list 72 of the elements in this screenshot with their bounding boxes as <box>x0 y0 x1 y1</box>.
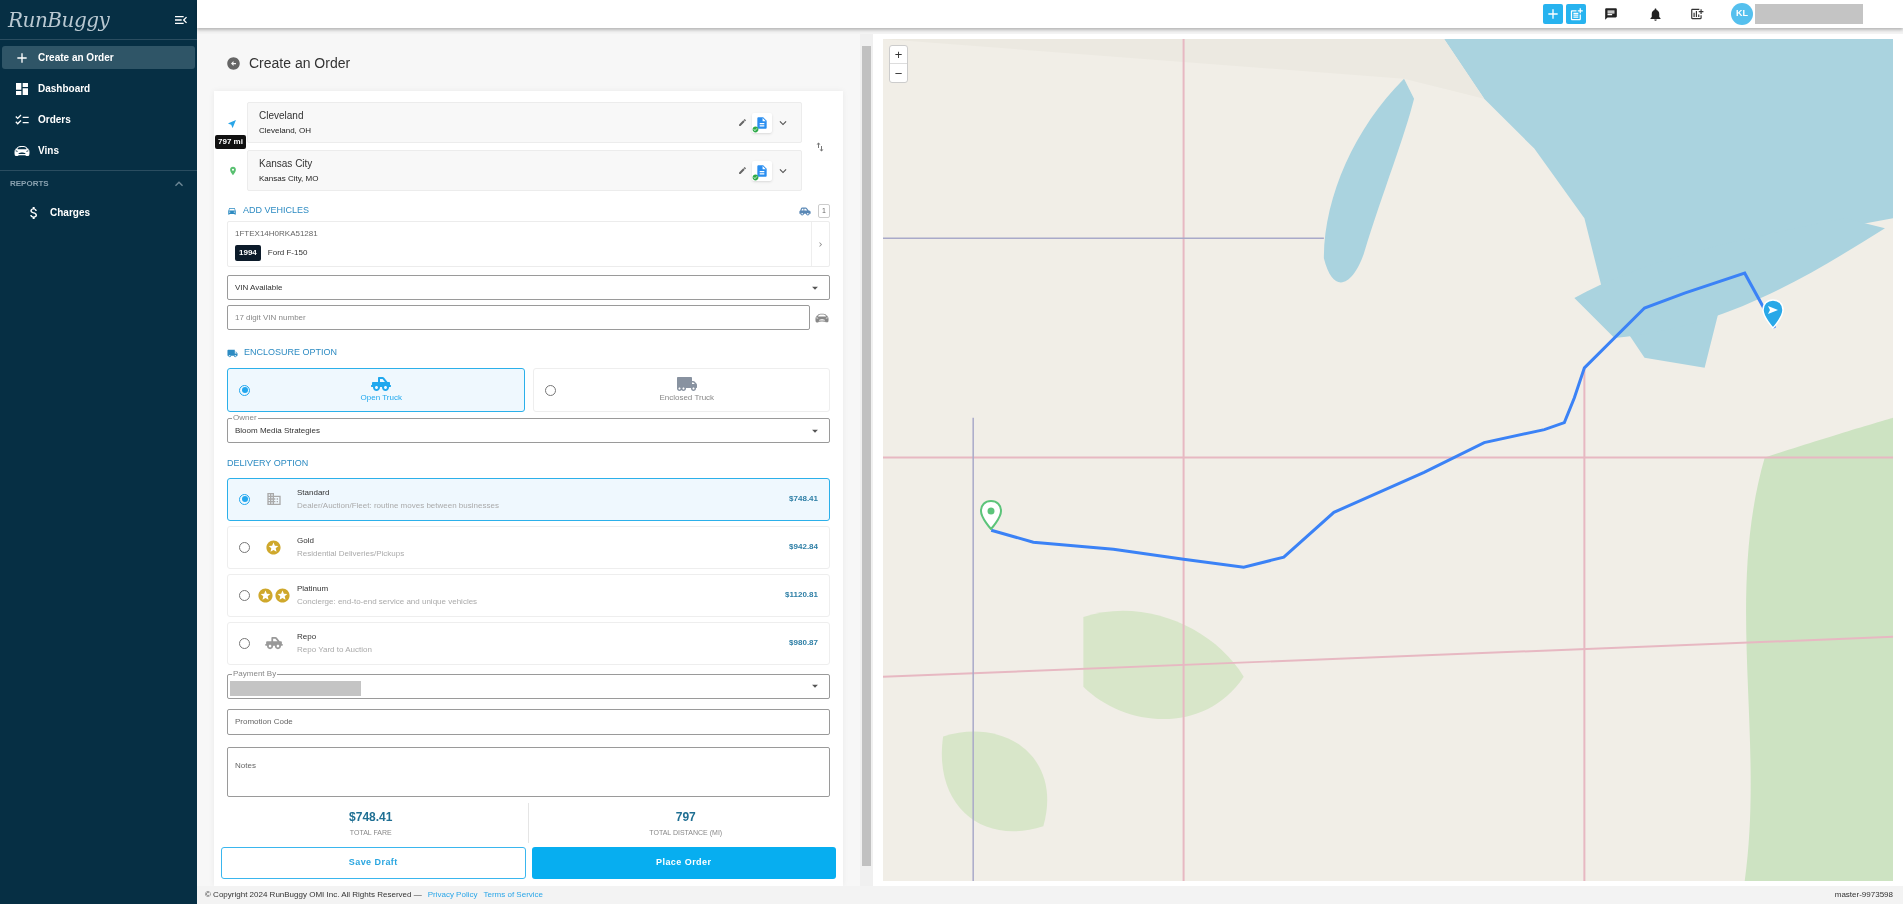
vehicle-card[interactable]: 1FTEX14H0RKA51281 1994 Ford F-150 <box>227 221 830 267</box>
option-description: Dealer/Auction/Fleet: routine moves between businesses <box>297 499 500 512</box>
vin-input[interactable]: 17 digit VIN number <box>227 305 810 330</box>
notes-input[interactable]: Notes <box>227 746 830 797</box>
copyright-text: © Copyright 2024 RunBuggy OMI Inc. All Rights Reserved — <box>205 889 422 901</box>
stop-address: Kansas City, MO <box>259 173 320 185</box>
two-stars-icon <box>256 586 291 604</box>
plus-icon <box>1545 6 1561 22</box>
logo[interactable]: RunBuggy <box>8 4 110 35</box>
field-label: Payment By <box>232 669 278 678</box>
option-description: Concierge: end-to-end service and unique vehicles <box>297 595 479 608</box>
option-price: $942.84 <box>789 541 818 553</box>
promotion-code-input[interactable]: Promotion Code <box>227 708 830 735</box>
zoom-in-button[interactable]: + <box>890 46 907 64</box>
section-heading: REPORTS <box>10 178 49 190</box>
swap-icon[interactable] <box>814 140 826 153</box>
chat-icon[interactable] <box>1604 7 1618 21</box>
destination-card[interactable]: Kansas City Kansas City, MO <box>247 150 802 191</box>
section-heading: DELIVERY OPTION <box>227 457 310 470</box>
origin-card[interactable]: Cleveland Cleveland, OH <box>247 102 802 143</box>
option-price: $1120.81 <box>785 589 818 601</box>
location-pin-icon[interactable] <box>979 500 1003 530</box>
nav-item[interactable]: Create an Order <box>2 46 195 69</box>
option-price: $748.41 <box>789 493 818 505</box>
option-description: Residential Deliveries/Pickups <box>297 547 406 560</box>
enclosure-option[interactable]: Enclosed Truck <box>532 368 830 412</box>
section-heading: ADD VEHICLES <box>243 204 310 218</box>
truck-icon <box>227 347 238 359</box>
bell-icon[interactable] <box>1648 6 1663 22</box>
section-heading: ENCLOSURE OPTION <box>244 346 337 360</box>
distance-badge: 797 mi <box>215 135 246 149</box>
edit-icon[interactable] <box>738 166 747 175</box>
total-value: 797 <box>675 808 696 826</box>
page-title: Create an Order <box>249 54 351 73</box>
delivery-option[interactable]: Standard Dealer/Auction/Fleet: routine moves between businesses $748.41 <box>227 477 830 521</box>
vin-status-select[interactable]: VIN Available <box>227 275 830 300</box>
option-price: $980.87 <box>789 637 818 649</box>
option-name: Standard <box>297 486 331 499</box>
option-name: Platinum <box>297 582 330 595</box>
zoom-out-button[interactable]: − <box>890 64 907 82</box>
navigation-pin-icon[interactable] <box>1761 299 1785 329</box>
field-label: Owner <box>232 414 258 422</box>
nav-item[interactable]: Orders <box>2 108 195 131</box>
nav-item[interactable]: Vins <box>2 139 195 162</box>
option-name: Gold <box>297 534 315 547</box>
document-check-icon[interactable] <box>752 112 772 133</box>
vin-text: 1FTEX14H0RKA51281 <box>235 227 319 240</box>
delivery-option[interactable]: Gold Residential Deliveries/Pickups $942.84 <box>227 525 830 569</box>
chevron-right-icon[interactable] <box>816 239 825 249</box>
star-icon <box>265 538 282 556</box>
option-name: Repo <box>297 630 318 643</box>
stop-address: Cleveland, OH <box>259 125 313 137</box>
edit-icon[interactable] <box>738 118 747 127</box>
delivery-option[interactable]: Platinum Concierge: end-to-end service and unique vehicles $1120.81 <box>227 573 830 617</box>
payment-select[interactable]: Payment By <box>227 673 830 699</box>
vehicle-model: Ford F-150 <box>267 246 308 259</box>
building-icon <box>265 491 282 507</box>
total-value: $748.41 <box>349 808 393 826</box>
version-text: master-9973598 <box>1834 889 1894 901</box>
location-pin-icon <box>228 165 238 176</box>
document-check-icon[interactable] <box>752 160 772 181</box>
car-icon <box>227 206 237 216</box>
option-description: Repo Yard to Auction <box>297 643 373 656</box>
dashboard-icon <box>14 80 30 97</box>
back-icon[interactable] <box>226 56 241 71</box>
nav-item[interactable]: Charges <box>0 201 197 224</box>
add-button[interactable] <box>1543 4 1563 24</box>
delivery-option[interactable]: Repo Repo Yard to Auction $980.87 <box>227 621 830 665</box>
stop-name: Kansas City <box>259 157 314 171</box>
stop-name: Cleveland <box>259 109 305 123</box>
year-badge: 1994 <box>235 244 261 261</box>
nav-item[interactable]: Dashboard <box>2 77 195 100</box>
